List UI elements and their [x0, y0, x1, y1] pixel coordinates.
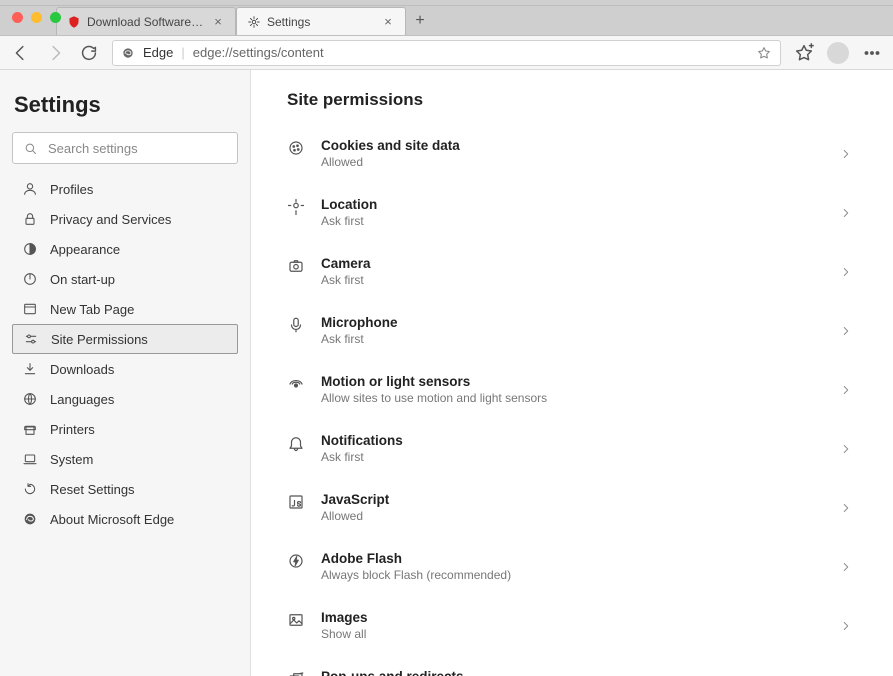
- close-window-button[interactable]: [12, 12, 23, 23]
- window-controls[interactable]: [12, 12, 61, 23]
- maximize-window-button[interactable]: [50, 12, 61, 23]
- minimize-window-button[interactable]: [31, 12, 42, 23]
